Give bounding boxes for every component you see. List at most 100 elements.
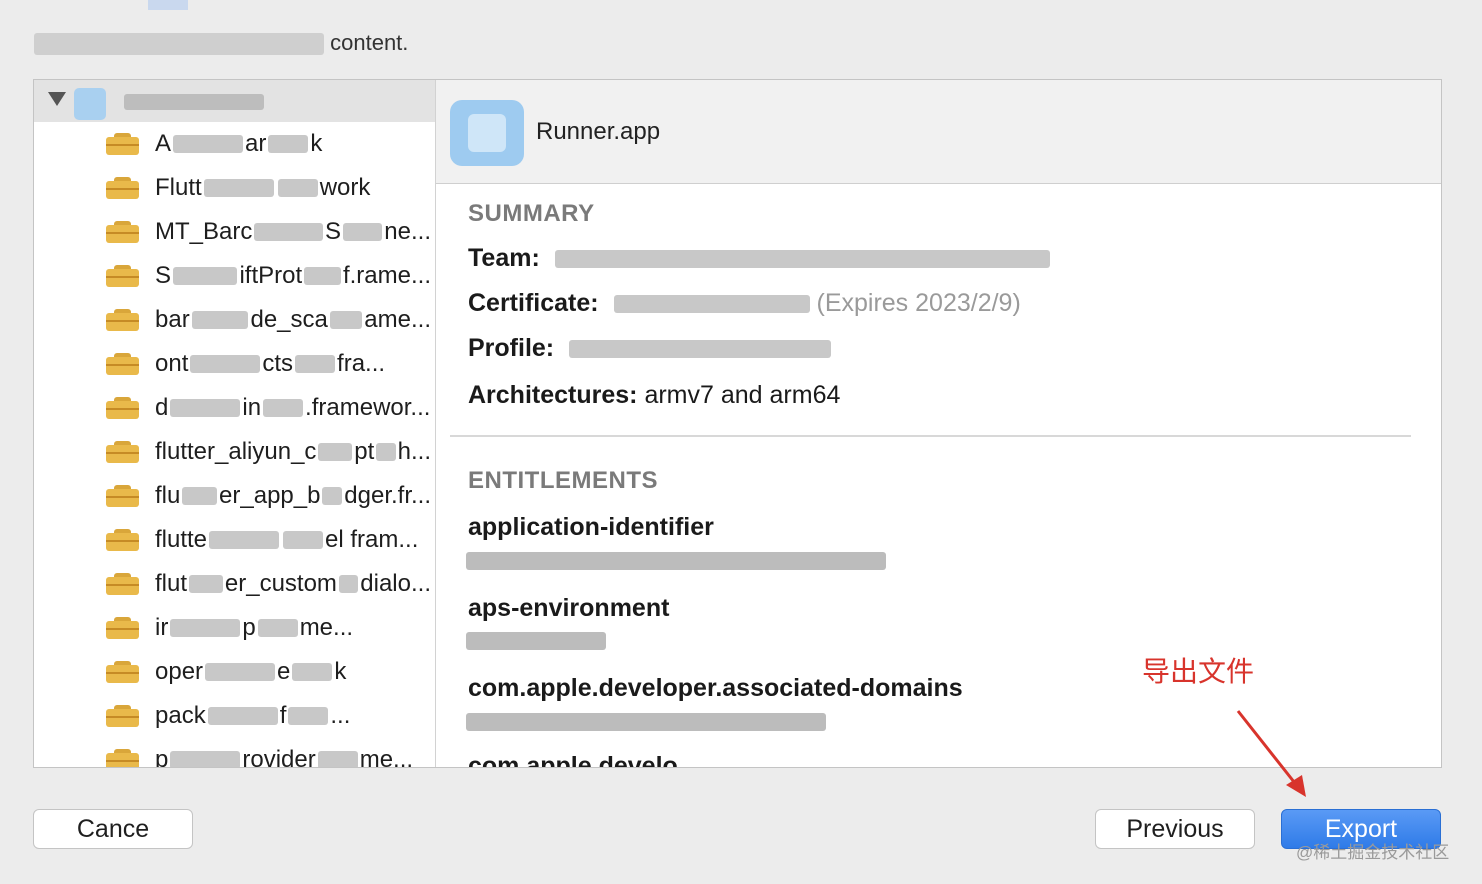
framework-name: flu er_app_b dger.fr...	[155, 482, 431, 510]
redacted-entitlement-value	[466, 552, 886, 570]
redacted-name-part	[170, 399, 241, 417]
framework-name-prefix: ir	[155, 614, 169, 641]
folder-icon	[106, 661, 139, 683]
summary-heading: SUMMARY	[468, 200, 595, 227]
framework-item[interactable]: d in .framewor...	[34, 386, 435, 430]
framework-name-middle: f	[279, 702, 287, 729]
framework-name-suffix: dger.fr...	[344, 482, 431, 509]
framework-name-middle: iftProt	[239, 262, 303, 289]
detail-header: Runner.app	[436, 80, 1441, 184]
folder-icon	[106, 353, 139, 375]
redacted-name-part	[338, 575, 359, 593]
redacted-name-part	[173, 267, 238, 285]
folder-icon	[106, 485, 139, 507]
folder-icon	[106, 309, 139, 331]
framework-name-suffix: ne...	[384, 218, 431, 245]
profile-label: Profile:	[468, 334, 555, 362]
framework-name: ont cts fra...	[155, 350, 431, 378]
team-label: Team:	[468, 244, 540, 272]
framework-name-prefix: Flutt	[155, 174, 202, 201]
framework-item[interactable]: Aar k	[34, 122, 435, 166]
redacted-name-part	[205, 663, 276, 681]
framework-name-middle: p	[242, 614, 256, 641]
framework-name-suffix: h...	[397, 438, 431, 465]
folder-icon	[106, 573, 139, 595]
redacted-name-part	[254, 223, 324, 241]
framework-name-suffix: el fram...	[325, 526, 419, 553]
redacted-name-part	[207, 707, 278, 725]
entitlement-key: com.apple.develo	[468, 752, 678, 768]
framework-name: Aar k	[155, 130, 431, 158]
framework-name-suffix: dialo...	[360, 570, 431, 597]
redacted-name-part	[277, 179, 318, 197]
framework-name-prefix: p	[155, 746, 169, 767]
folder-icon	[106, 133, 139, 155]
framework-name-middle: S	[325, 218, 342, 245]
redacted-name-part	[173, 135, 244, 153]
entitlement-key: aps-environment	[468, 594, 670, 622]
framework-item[interactable]: ont cts fra...	[34, 342, 435, 386]
redacted-team-value	[554, 250, 1050, 269]
redacted-name-part	[209, 531, 280, 549]
team-row: Team:	[468, 244, 1050, 273]
certificate-expiry: (Expires 2023/2/9)	[816, 289, 1021, 317]
cancel-button[interactable]: Cance	[33, 809, 193, 849]
framework-item[interactable]: oper e k	[34, 650, 435, 694]
framework-name-prefix: A	[155, 130, 172, 157]
framework-name-suffix: me...	[299, 614, 354, 641]
annotation-arrow-icon	[1236, 710, 1306, 797]
architectures-label: Architectures:	[468, 381, 638, 409]
framework-item[interactable]: MT_Barc Sne...	[34, 210, 435, 254]
framework-name: flut er_custom dialo...	[155, 570, 431, 598]
folder-icon	[106, 265, 139, 287]
previous-button[interactable]: Previous	[1095, 809, 1255, 849]
framework-name: bar de_sca ame...	[155, 306, 431, 334]
framework-item[interactable]: flu er_app_b dger.fr...	[34, 474, 435, 518]
framework-name-middle: cts	[262, 350, 294, 377]
framework-item[interactable]: bar de_sca ame...	[34, 298, 435, 342]
redacted-name-part	[170, 619, 241, 637]
framework-name: MT_Barc Sne...	[155, 218, 431, 246]
framework-name-middle: er_custom	[224, 570, 337, 597]
redacted-name-part	[376, 443, 396, 461]
profile-row: Profile:	[468, 334, 832, 363]
tree-root-row[interactable]	[34, 80, 435, 122]
redacted-name-part	[318, 443, 353, 461]
redacted-name-part	[283, 531, 324, 549]
redacted-name-part	[263, 399, 304, 417]
folder-icon	[106, 441, 139, 463]
redacted-name-part	[288, 707, 329, 725]
framework-item[interactable]: p rovider me...	[34, 738, 435, 767]
entitlements-heading: ENTITLEMENTS	[468, 467, 658, 494]
redacted-name-part	[189, 575, 223, 593]
framework-name-middle: e	[277, 658, 291, 685]
redacted-name-part	[191, 311, 249, 329]
framework-item[interactable]: flutter_aliyun_c pt h...	[34, 430, 435, 474]
section-divider	[450, 435, 1411, 437]
framework-name: flutte el fram...	[155, 526, 431, 554]
framework-item[interactable]: pack f...	[34, 694, 435, 738]
framework-name: p rovider me...	[155, 746, 431, 767]
framework-name-prefix: oper	[155, 658, 204, 685]
framework-name: d in .framewor...	[155, 394, 431, 422]
redacted-name-part	[295, 355, 336, 373]
framework-item[interactable]: flut er_custom dialo...	[34, 562, 435, 606]
framework-name-suffix: k	[310, 130, 323, 157]
framework-name-middle: de_sca	[250, 306, 328, 333]
app-icon	[450, 100, 524, 166]
framework-name-suffix: k	[334, 658, 347, 685]
framework-item[interactable]: ir p me...	[34, 606, 435, 650]
folder-icon	[106, 749, 139, 767]
framework-item[interactable]: SiftProt f.rame...	[34, 254, 435, 298]
framework-name-middle: ar	[245, 130, 267, 157]
redacted-name-part	[343, 223, 383, 241]
framework-item[interactable]: flutte el fram...	[34, 518, 435, 562]
framework-name-suffix: work	[319, 174, 371, 201]
disclosure-triangle-icon[interactable]	[48, 92, 66, 106]
dialog-title-suffix: content.	[330, 30, 409, 55]
framework-name-prefix: bar	[155, 306, 190, 333]
framework-name-prefix: flutte	[155, 526, 208, 553]
window-top-edge	[148, 0, 188, 10]
redacted-title-text	[34, 33, 324, 56]
framework-item[interactable]: Flutt work	[34, 166, 435, 210]
